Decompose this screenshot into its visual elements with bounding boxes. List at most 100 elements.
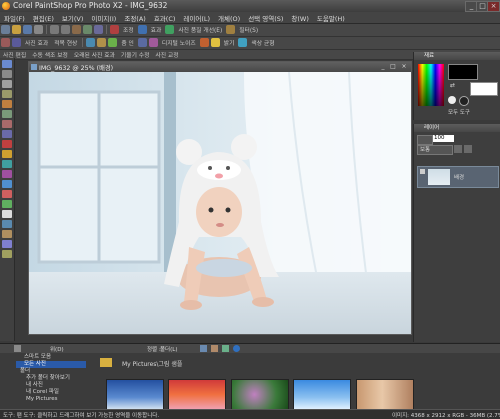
dodge-icon[interactable]	[2, 180, 12, 188]
brightness-label[interactable]: 밝기	[224, 38, 235, 47]
tree-item-corel-files[interactable]: 내 Corel 파일	[16, 389, 86, 396]
blend-mode-select[interactable]: 보통	[417, 145, 453, 155]
clone-brush-icon[interactable]	[2, 160, 12, 168]
texture-icon[interactable]	[459, 96, 469, 106]
menu-objects[interactable]: 개체(O)	[214, 12, 244, 24]
tree-item-smart-collections[interactable]: 스마트 모음	[16, 354, 86, 361]
zoom-tool-icon[interactable]	[2, 70, 12, 78]
cut-icon[interactable]	[72, 25, 81, 34]
adjust-icon[interactable]	[110, 25, 119, 34]
pen-tool-icon[interactable]	[2, 230, 12, 238]
open-folder-icon[interactable]	[12, 25, 21, 34]
menu-selections[interactable]: 선택 영역(S)	[244, 12, 287, 24]
photo-canvas[interactable]	[29, 72, 411, 334]
thumbnail-5[interactable]	[356, 379, 414, 410]
effects-icon[interactable]	[137, 25, 147, 34]
enhance-photo-icon[interactable]	[165, 25, 175, 34]
filter-icon[interactable]	[226, 25, 236, 34]
undo-icon[interactable]	[50, 25, 59, 34]
tree-item-folders[interactable]: 폴더	[16, 368, 86, 375]
redo-icon[interactable]	[61, 25, 70, 34]
tag-icon[interactable]	[222, 345, 229, 352]
tree-item-my-photos[interactable]: 내 사진	[16, 382, 86, 389]
all-tools-label[interactable]: 모두 도구	[448, 108, 470, 116]
enhance-photo-label[interactable]: 사진 품질 개선(E)	[178, 25, 222, 34]
new-file-icon[interactable]	[1, 25, 10, 34]
close-button[interactable]: ×	[487, 1, 500, 12]
swap-colors-icon[interactable]: ⇄	[450, 82, 455, 89]
pick-tool-icon[interactable]	[2, 80, 12, 88]
foreground-swatch[interactable]	[448, 64, 478, 80]
red-eye-tool-icon[interactable]	[2, 140, 12, 148]
noise-icon[interactable]	[148, 38, 158, 47]
menu-help[interactable]: 도움말(H)	[313, 12, 349, 24]
print-icon[interactable]	[34, 25, 43, 34]
eraser-icon[interactable]	[2, 190, 12, 198]
filter-label[interactable]: 필터(S)	[239, 25, 258, 34]
paint-brush-icon[interactable]	[2, 150, 12, 158]
rotate-icon[interactable]	[211, 345, 218, 352]
doc-close-button[interactable]: ×	[400, 63, 408, 70]
tree-item-all-photos[interactable]: 모든 사진	[16, 361, 86, 368]
straighten-label[interactable]: 기울기 수정	[121, 50, 150, 59]
straighten-tool-icon[interactable]	[2, 130, 12, 138]
mesh-warp-icon[interactable]	[2, 250, 12, 258]
doc-maximize-button[interactable]: □	[389, 63, 397, 70]
correct-photo-label[interactable]: 사진 교정	[155, 50, 178, 59]
sort-select[interactable]: 폴더(L)	[160, 345, 177, 353]
red-eye-label[interactable]: 적목 현상	[54, 38, 77, 47]
color-balance-icon[interactable]	[238, 38, 248, 47]
repair-icon[interactable]	[199, 38, 209, 47]
thumbnail-4[interactable]	[293, 379, 351, 410]
color-balance-label[interactable]: 색상 균형	[251, 38, 274, 47]
flood-fill-icon[interactable]	[2, 200, 12, 208]
layer-row[interactable]: 배경	[417, 166, 499, 188]
adjust-label[interactable]: 조정	[123, 25, 134, 34]
menu-adjust[interactable]: 조정(A)	[120, 12, 149, 24]
doc-minimize-button[interactable]: _	[379, 63, 387, 70]
organizer-close-icon[interactable]	[14, 345, 21, 352]
zoom-label[interactable]: 줌 인	[121, 38, 134, 47]
photo-effect-label[interactable]: 사진 효과	[25, 38, 48, 47]
info-icon[interactable]	[233, 345, 240, 352]
style-icon[interactable]	[448, 96, 456, 104]
lock-icon[interactable]	[454, 145, 462, 153]
copy-icon[interactable]	[83, 25, 92, 34]
zoom-icon[interactable]	[108, 38, 118, 47]
preset-shape-icon[interactable]	[2, 220, 12, 228]
text-tool-icon[interactable]	[2, 210, 12, 218]
crop-tool-icon[interactable]	[2, 120, 12, 128]
noise-label[interactable]: 디지털 노이즈	[162, 38, 196, 47]
blur-icon[interactable]	[137, 38, 147, 47]
view-label[interactable]: 위(D)	[50, 345, 64, 353]
photo-effect-icon[interactable]	[1, 38, 10, 47]
thumbnail-3[interactable]	[231, 379, 289, 410]
red-eye-icon[interactable]	[12, 38, 21, 47]
brightness-icon[interactable]	[210, 38, 220, 47]
color-picker-rainbow[interactable]	[418, 64, 444, 106]
manual-tone-label[interactable]: 수동 색조 보정	[32, 50, 68, 59]
paste-icon[interactable]	[94, 25, 103, 34]
thumbnail-2[interactable]	[168, 379, 226, 410]
scratch-remover-icon[interactable]	[2, 170, 12, 178]
visibility-icon[interactable]	[420, 169, 425, 174]
move-tool-icon[interactable]	[2, 90, 12, 98]
menu-view[interactable]: 보기(V)	[58, 12, 87, 24]
pan-tool-icon[interactable]	[2, 60, 12, 68]
menu-layers[interactable]: 레이어(L)	[179, 12, 214, 24]
tree-item-my-pictures[interactable]: My Pictures	[16, 396, 86, 403]
background-swatch[interactable]	[470, 82, 498, 96]
menu-image[interactable]: 이미지(I)	[87, 12, 120, 24]
eyedropper-icon[interactable]	[2, 110, 12, 118]
menu-file[interactable]: 파일(F)	[0, 12, 29, 24]
effects-label[interactable]: 효과	[151, 25, 162, 34]
thumbnail-1[interactable]	[106, 379, 164, 410]
opacity-field[interactable]: 100	[433, 135, 454, 142]
refresh-icon[interactable]	[200, 345, 207, 352]
selection-tool-icon[interactable]	[2, 100, 12, 108]
tree-item-browse-folders[interactable]: 추가 폴더 찾아보기	[16, 375, 86, 382]
menu-window[interactable]: 창(W)	[287, 12, 312, 24]
gaussian-blur-icon[interactable]	[86, 38, 96, 47]
menu-edit[interactable]: 편집(E)	[29, 12, 58, 24]
old-photo-label[interactable]: 오래된 사진 효과	[74, 50, 115, 59]
